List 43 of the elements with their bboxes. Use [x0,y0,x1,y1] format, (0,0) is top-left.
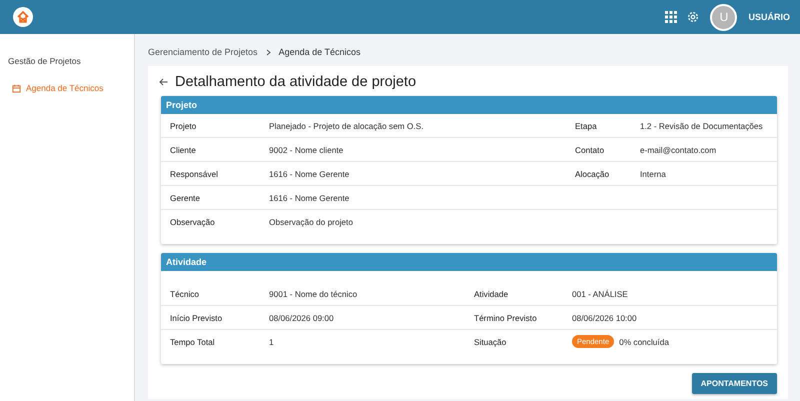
chevron-icon [266,48,271,56]
field-label: Observação [170,216,216,226]
settings-icon[interactable] [687,11,700,23]
field-label: Projeto [170,120,198,130]
field-label: Tempo Total [170,336,216,346]
field-label: Atividade [474,288,510,298]
field-value: Observação do projeto [269,216,354,226]
field-label: Etapa [575,120,598,130]
field-label: Cliente [170,144,197,154]
breadcrumb-link[interactable]: Agenda de Técnicos [278,47,360,57]
section-header: Atividade [161,253,777,271]
field-label: Início Previsto [170,312,224,322]
field-label: Responsável [170,168,219,178]
breadcrumb-link[interactable]: Gerenciamento de Projetos [148,47,258,57]
field-value: 1.2 - Revisão de Documentações [640,120,764,130]
field-value: e-mail@contato.com [640,144,718,154]
field-label: Contato [575,144,606,154]
sidebar-item[interactable]: Agenda de Técnicos [12,83,134,93]
field-value: 08/06/2026 10:00 [572,312,638,322]
field-value: Planejado - Projeto de alocação sem O.S. [269,120,425,130]
field-label: Técnico [170,288,200,298]
field-label: Alocação [575,168,610,178]
apontamentos-button[interactable]: APONTAMENTOS [692,373,777,394]
calendar-icon [12,84,21,92]
back-arrow-icon[interactable] [159,78,168,86]
page-title: Detalhamento da atividade de projeto [175,74,416,90]
sidebar-group-title: Gestão de Projetos [8,56,81,66]
field-value: 1616 - Nome Gerente [269,168,350,178]
field-label: Gerente [170,192,201,202]
logo-icon[interactable] [13,7,33,27]
field-value: 1 [269,336,275,346]
field-value: 001 - ANÁLISE [572,288,629,298]
section-header: Projeto [161,96,777,114]
field-value: Interna [640,168,667,178]
field-value: 9001 - Nome do técnico [269,288,358,298]
field-label: Situação [474,336,508,346]
field-label: Término Previsto [474,312,538,322]
user-name[interactable]: USUÁRIO [748,12,790,22]
apps-grid-icon[interactable] [665,11,678,23]
field-value: 1616 - Nome Gerente [269,192,350,202]
field-value: 0% concluída [619,336,669,346]
field-value: 08/06/2026 09:00 [269,312,335,322]
field-value: 9002 - Nome cliente [269,144,344,154]
